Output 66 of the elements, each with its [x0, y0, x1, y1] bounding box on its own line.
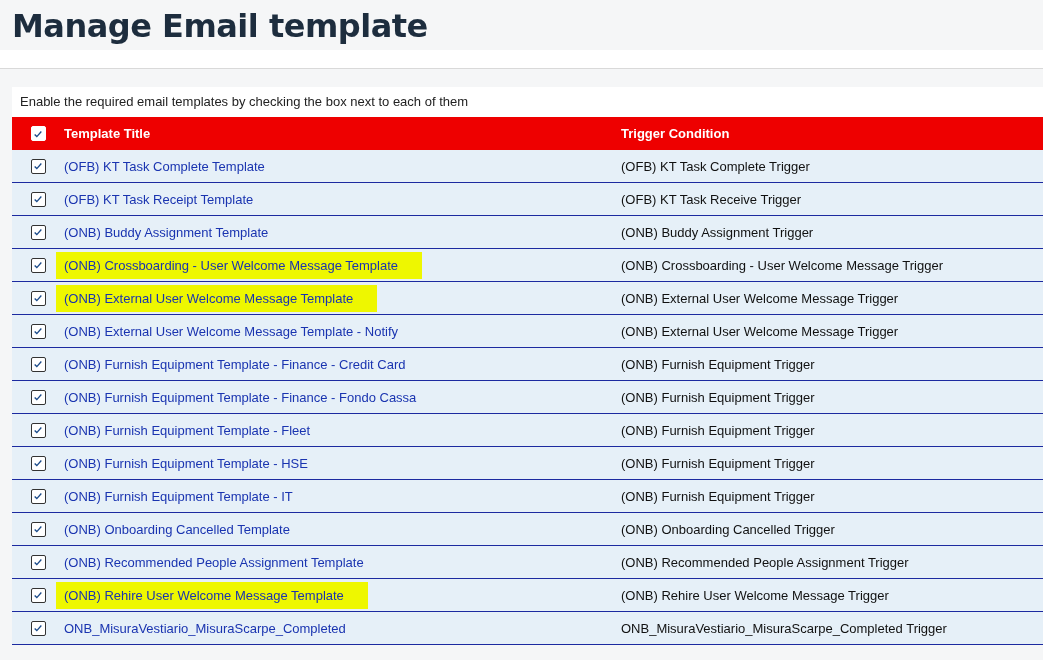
row-checkbox[interactable] — [30, 587, 46, 603]
instructions-text: Enable the required email templates by checking the box next to each of them — [19, 93, 470, 111]
row-checkbox[interactable] — [30, 290, 46, 306]
checkmark-icon — [33, 524, 43, 534]
row-checkbox[interactable] — [30, 356, 46, 372]
row-checkbox[interactable] — [30, 389, 46, 405]
checkmark-icon — [33, 425, 43, 435]
table-cell: (ONB) Crossboarding - User Welcome Message Trigger — [621, 257, 943, 273]
table-cell: (ONB) Onboarding Cancelled Trigger — [621, 521, 835, 537]
template-link[interactable]: (ONB) Furnish Equipment Template - Finance - Fondo Cassa — [64, 386, 417, 408]
row-checkbox[interactable] — [30, 620, 46, 636]
template-link[interactable]: (OFB) KT Task Receipt Template — [64, 188, 254, 210]
checkmark-icon — [33, 227, 43, 237]
checkmark-icon — [33, 359, 43, 369]
row-checkbox[interactable] — [30, 191, 46, 207]
table-cell: (OFB) KT Task Complete Trigger — [621, 158, 810, 174]
template-link[interactable]: (OFB) KT Task Complete Template — [64, 155, 265, 177]
checkmark-icon — [33, 458, 43, 468]
template-link[interactable]: (ONB) Furnish Equipment Template - Finance - Credit Card — [64, 353, 406, 375]
template-link[interactable]: (ONB) Rehire User Welcome Message Template — [56, 581, 368, 609]
table-cell: (ONB) Furnish Equipment Trigger — [621, 422, 815, 438]
checkmark-icon — [33, 491, 43, 501]
row-checkbox[interactable] — [30, 224, 46, 240]
checkmark-icon — [33, 326, 43, 336]
row-checkbox[interactable] — [30, 257, 46, 273]
checkmark-icon — [33, 623, 43, 633]
table-cell: (ONB) External User Welcome Message Trigger — [621, 323, 899, 339]
table-cell: ONB_MisuraVestiario_MisuraScarpe_Completed Trigger — [621, 620, 947, 636]
checkmark-icon — [33, 590, 43, 600]
checkmark-icon — [33, 194, 43, 204]
template-link[interactable]: (ONB) Onboarding Cancelled Template — [64, 518, 290, 540]
template-link[interactable]: (ONB) Crossboarding - User Welcome Message Template — [56, 251, 423, 279]
table-cell: (ONB) Furnish Equipment Trigger — [621, 488, 815, 504]
row-checkbox[interactable] — [30, 554, 46, 570]
template-link[interactable]: (ONB) External User Welcome Message Template - Notify — [64, 320, 398, 342]
checkmark-icon — [33, 260, 43, 270]
table-cell: (ONB) Recommended People Assignment Trigger — [621, 554, 909, 570]
column-header: Trigger Condition — [621, 126, 730, 141]
checkmark-icon — [33, 293, 43, 303]
template-link[interactable]: (ONB) Recommended People Assignment Template — [64, 551, 364, 573]
template-link[interactable]: (ONB) Furnish Equipment Template - IT — [64, 485, 293, 507]
table-cell: (ONB) Rehire User Welcome Message Trigger — [621, 587, 889, 603]
checkmark-icon — [33, 557, 43, 567]
table-cell: (ONB) Buddy Assignment Trigger — [621, 224, 814, 240]
table-cell: (ONB) External User Welcome Message Trigger — [621, 290, 899, 306]
template-link[interactable]: (ONB) Furnish Equipment Template - Fleet — [64, 419, 311, 441]
row-checkbox[interactable] — [30, 455, 46, 471]
template-link[interactable]: (ONB) External User Welcome Message Template — [56, 284, 378, 312]
checkmark-icon — [33, 161, 43, 171]
template-link[interactable]: (ONB) Furnish Equipment Template - HSE — [64, 452, 308, 474]
checkmark-icon — [33, 128, 43, 139]
table-cell: (OFB) KT Task Receive Trigger — [621, 191, 802, 207]
page-title: Manage Email template — [11, 6, 429, 44]
table-cell: (ONB) Furnish Equipment Trigger — [621, 455, 815, 471]
row-checkbox[interactable] — [30, 422, 46, 438]
row-checkbox[interactable] — [30, 158, 46, 174]
column-header: Template Title — [64, 126, 151, 141]
row-checkbox[interactable] — [30, 521, 46, 537]
row-checkbox[interactable] — [30, 488, 46, 504]
template-link[interactable]: (ONB) Buddy Assignment Template — [64, 221, 269, 243]
table-cell: (ONB) Furnish Equipment Trigger — [621, 356, 815, 372]
row-checkbox[interactable] — [30, 323, 46, 339]
template-link[interactable]: ONB_MisuraVestiario_MisuraScarpe_Completed — [64, 617, 346, 639]
table-cell: (ONB) Furnish Equipment Trigger — [621, 389, 815, 405]
select-all-checkbox[interactable] — [30, 126, 46, 141]
checkmark-icon — [33, 392, 43, 402]
